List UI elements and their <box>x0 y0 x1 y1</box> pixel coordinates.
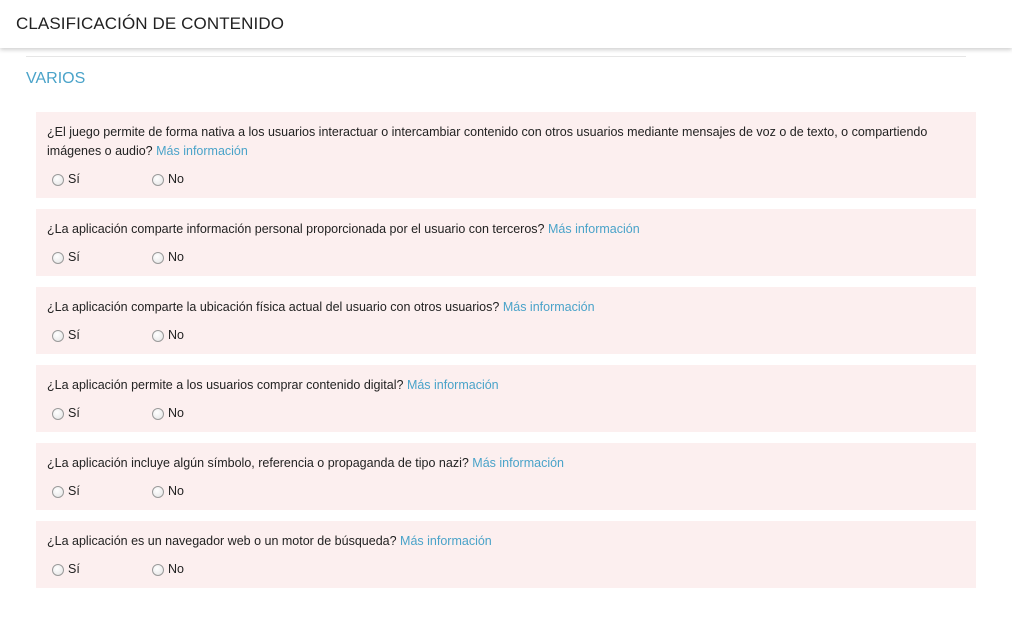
answer-options: Sí No <box>47 482 965 501</box>
option-yes[interactable]: Sí <box>52 170 152 189</box>
option-no[interactable]: No <box>152 170 184 189</box>
option-no[interactable]: No <box>152 248 184 267</box>
option-no-label: No <box>168 250 184 264</box>
radio-yes[interactable] <box>52 407 64 420</box>
more-info-link[interactable]: Más información <box>548 222 640 236</box>
question-text: ¿La aplicación comparte la ubicación fís… <box>47 300 500 314</box>
question-card: ¿La aplicación permite a los usuarios co… <box>36 365 976 432</box>
option-no-label: No <box>168 406 184 420</box>
question-text: ¿La aplicación incluye algún símbolo, re… <box>47 456 469 470</box>
question-card: ¿La aplicación comparte la ubicación fís… <box>36 287 976 354</box>
option-no-label: No <box>168 328 184 342</box>
option-yes-label: Sí <box>68 562 80 576</box>
section-divider <box>26 56 966 57</box>
answer-options: Sí No <box>47 560 965 579</box>
option-yes-label: Sí <box>68 328 80 342</box>
radio-yes[interactable] <box>52 485 64 498</box>
radio-no[interactable] <box>152 407 164 420</box>
radio-yes[interactable] <box>52 563 64 576</box>
option-yes-label: Sí <box>68 172 80 186</box>
answer-options: Sí No <box>47 170 965 189</box>
option-yes-label: Sí <box>68 406 80 420</box>
option-yes[interactable]: Sí <box>52 482 152 501</box>
option-no-label: No <box>168 484 184 498</box>
option-no[interactable]: No <box>152 404 184 423</box>
section-title: VARIOS <box>26 70 86 87</box>
more-info-link[interactable]: Más información <box>400 534 492 548</box>
answer-options: Sí No <box>47 248 965 267</box>
option-yes[interactable]: Sí <box>52 560 152 579</box>
option-yes[interactable]: Sí <box>52 404 152 423</box>
option-no-label: No <box>168 172 184 186</box>
question-card: ¿La aplicación incluye algún símbolo, re… <box>36 443 976 510</box>
option-yes-label: Sí <box>68 484 80 498</box>
option-no-label: No <box>168 562 184 576</box>
more-info-link[interactable]: Más información <box>472 456 564 470</box>
more-info-link[interactable]: Más información <box>407 378 499 392</box>
option-yes[interactable]: Sí <box>52 248 152 267</box>
radio-yes[interactable] <box>52 173 64 186</box>
option-yes[interactable]: Sí <box>52 326 152 345</box>
question-card: ¿La aplicación es un navegador web o un … <box>36 521 976 588</box>
radio-yes[interactable] <box>52 329 64 342</box>
page-title: CLASIFICACIÓN DE CONTENIDO <box>16 14 285 33</box>
question-card: ¿La aplicación comparte información pers… <box>36 209 976 276</box>
question-list: ¿El juego permite de forma nativa a los … <box>36 112 976 599</box>
more-info-link[interactable]: Más información <box>156 144 248 158</box>
radio-no[interactable] <box>152 251 164 264</box>
option-no[interactable]: No <box>152 560 184 579</box>
question-text: ¿La aplicación comparte información pers… <box>47 222 545 236</box>
top-bar: CLASIFICACIÓN DE CONTENIDO <box>0 0 1012 48</box>
radio-no[interactable] <box>152 485 164 498</box>
option-no[interactable]: No <box>152 326 184 345</box>
option-no[interactable]: No <box>152 482 184 501</box>
question-text: ¿La aplicación permite a los usuarios co… <box>47 378 404 392</box>
question-text: ¿La aplicación es un navegador web o un … <box>47 534 397 548</box>
radio-no[interactable] <box>152 563 164 576</box>
question-card: ¿El juego permite de forma nativa a los … <box>36 112 976 198</box>
radio-yes[interactable] <box>52 251 64 264</box>
answer-options: Sí No <box>47 326 965 345</box>
answer-options: Sí No <box>47 404 965 423</box>
radio-no[interactable] <box>152 329 164 342</box>
more-info-link[interactable]: Más información <box>503 300 595 314</box>
radio-no[interactable] <box>152 173 164 186</box>
option-yes-label: Sí <box>68 250 80 264</box>
